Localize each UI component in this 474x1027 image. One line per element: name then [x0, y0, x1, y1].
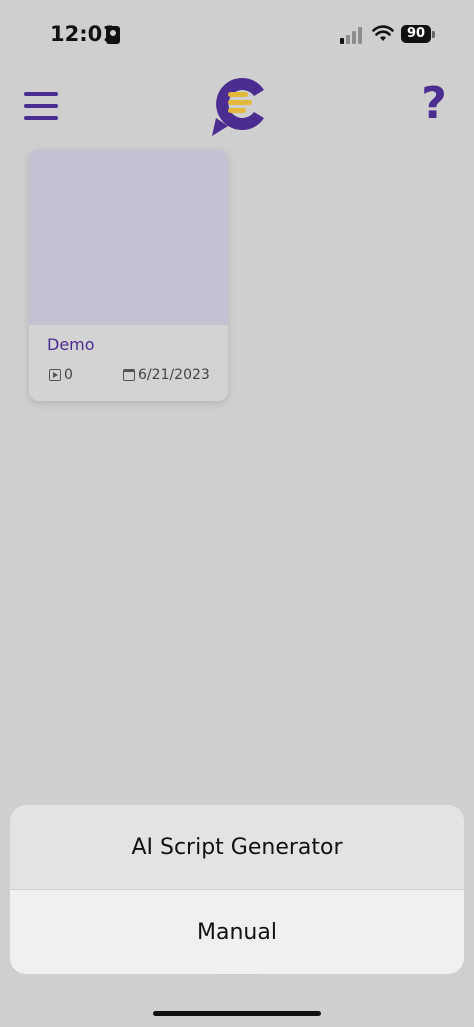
clip-count: 0 [49, 367, 73, 383]
hamburger-icon [24, 92, 58, 96]
play-icon [49, 369, 61, 381]
wifi-icon [372, 25, 394, 41]
manual-option[interactable]: Manual [10, 890, 464, 974]
app-logo [212, 78, 264, 136]
project-card[interactable]: Demo 0 6/21/2023 [29, 149, 228, 401]
calendar-icon [123, 369, 135, 381]
project-title: Demo [47, 335, 95, 354]
project-thumbnail [29, 149, 228, 325]
clip-count-value: 0 [64, 367, 73, 383]
help-button[interactable]: ? [418, 80, 450, 128]
contact-card-icon [106, 26, 120, 44]
project-date: 6/21/2023 [123, 367, 210, 383]
battery-tip [432, 31, 435, 38]
action-sheet: AI Script Generator Manual [10, 805, 464, 974]
cellular-signal-icon [340, 26, 364, 44]
project-date-value: 6/21/2023 [138, 367, 210, 383]
battery-indicator: 90 [401, 25, 431, 43]
home-indicator[interactable] [153, 1011, 321, 1016]
menu-button[interactable] [24, 90, 58, 122]
status-bar: 12:01 90 [0, 0, 474, 70]
ai-script-generator-option[interactable]: AI Script Generator [10, 805, 464, 889]
